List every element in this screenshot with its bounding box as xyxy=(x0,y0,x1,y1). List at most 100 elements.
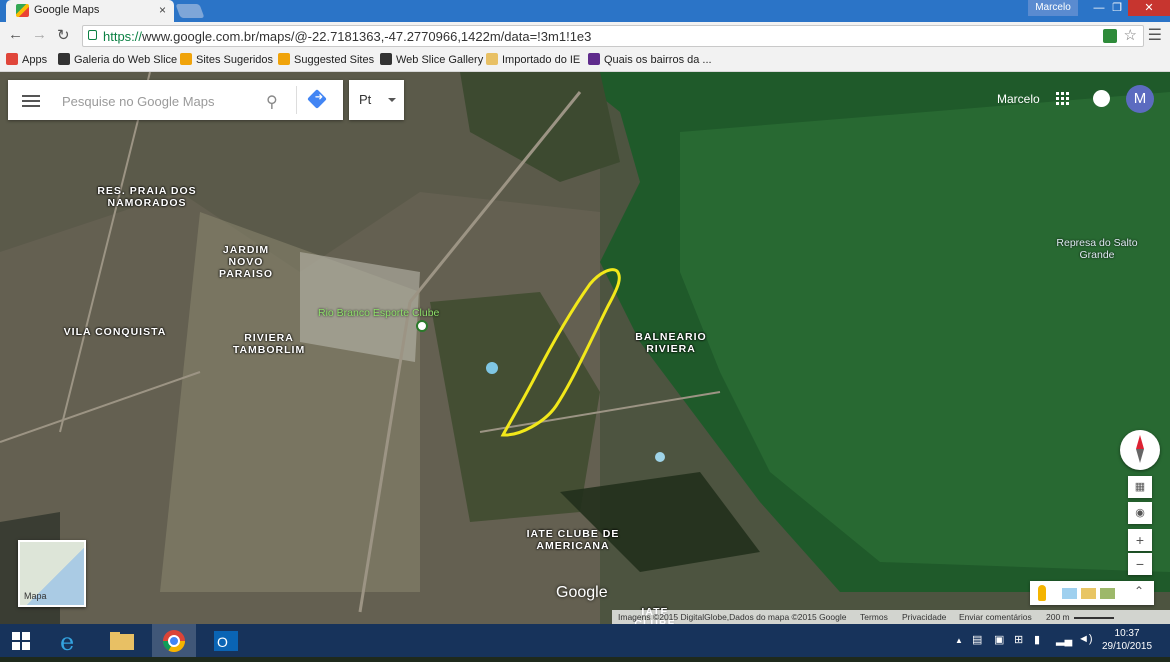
imagery-credit: Imagens ©2015 DigitalGlobe,Dados do mapa… xyxy=(618,612,847,622)
bookmark-quais-bairros[interactable]: Quais os bairros da ... xyxy=(588,53,712,66)
windows-logo-icon xyxy=(12,632,30,650)
folder-icon xyxy=(486,53,498,65)
bookmark-label: Quais os bairros da ... xyxy=(604,54,712,66)
google-maps-favicon-icon xyxy=(16,4,29,17)
url-text[interactable]: https://www.google.com.br/maps/@-22.7181… xyxy=(103,29,591,44)
tab-title: Google Maps xyxy=(34,4,100,16)
place-label-balneario-riviera: BALNEARIO RIVIERA xyxy=(635,331,707,355)
place-label-iate-clube: IATE CLUBE DE AMERICANA xyxy=(526,528,620,552)
bookmark-label: Web Slice Gallery xyxy=(396,54,484,66)
menu-hamburger-icon[interactable] xyxy=(22,92,40,108)
language-select[interactable]: Pt xyxy=(349,80,404,120)
network-icon[interactable]: ▂▄ xyxy=(1056,633,1072,646)
scale-bar xyxy=(1074,617,1114,619)
zoom-out-button[interactable]: − xyxy=(1128,553,1152,575)
imagery-thumb-icon[interactable] xyxy=(1062,588,1077,599)
imagery-thumb-icon[interactable] xyxy=(1100,588,1115,599)
back-arrow-icon[interactable]: ← xyxy=(8,26,23,43)
tray-app-icon[interactable]: ▣ xyxy=(994,633,1004,646)
profile-button[interactable]: Marcelo xyxy=(1028,0,1078,16)
poi-rio-branco[interactable]: Rio Branco Esporte Clube xyxy=(318,307,439,319)
zoom-in-button[interactable]: + xyxy=(1128,529,1152,551)
language-value: Pt xyxy=(359,92,372,107)
windows-tray-icon[interactable]: ⊞ xyxy=(1014,633,1023,646)
apps-grid-icon[interactable] xyxy=(1056,92,1070,106)
browser-toolbar: ← → ↻ https://www.google.com.br/maps/@-2… xyxy=(0,22,1170,49)
bookmark-web-slice-gallery[interactable]: Web Slice Gallery xyxy=(380,53,483,66)
search-divider xyxy=(296,86,297,114)
pegman-icon[interactable] xyxy=(1038,585,1046,601)
start-button[interactable] xyxy=(0,624,44,657)
lock-icon xyxy=(88,30,97,40)
poi-marker-icon[interactable] xyxy=(416,320,428,332)
terms-link[interactable]: Termos xyxy=(860,610,888,624)
chevron-up-icon[interactable]: ⌃ xyxy=(1134,584,1144,598)
url-scheme: https:// xyxy=(103,29,143,44)
layers-grid-icon[interactable]: ▦ xyxy=(1128,476,1152,498)
place-label-riviera-tamborlim: RIVIERA TAMBORLIM xyxy=(232,332,306,356)
chrome-icon[interactable] xyxy=(152,624,196,657)
chrome-menu-icon[interactable]: ☰ xyxy=(1148,25,1162,45)
new-tab-button[interactable] xyxy=(175,4,205,18)
clock-date: 29/10/2015 xyxy=(1102,641,1153,652)
bookmark-label: Suggested Sites xyxy=(294,54,375,66)
internet-explorer-icon[interactable]: e xyxy=(48,624,92,657)
place-label-res-praia: RES. PRAIA DOS NAMORADOS xyxy=(97,185,197,209)
bookmark-label: Importado do IE xyxy=(502,54,581,66)
notifications-icon[interactable] xyxy=(1093,90,1110,107)
bookmark-suggested-sites[interactable]: Suggested Sites xyxy=(278,53,374,66)
address-bar[interactable]: https://www.google.com.br/maps/@-22.7181… xyxy=(82,25,1144,47)
close-window-button[interactable]: ✕ xyxy=(1128,0,1170,16)
chevron-down-icon xyxy=(388,98,396,102)
map-mode-toggle[interactable]: Mapa xyxy=(18,540,86,607)
satellite-map[interactable]: ⚲ ➜ Pt Marcelo M RES. PRAIA DOS NAMORADO… xyxy=(0,72,1170,624)
suggested-sites-icon xyxy=(180,53,192,65)
bookmark-sites-sugeridos[interactable]: Sites Sugeridos xyxy=(180,53,273,66)
bookmark-label: Apps xyxy=(22,54,48,66)
browser-title-bar: Google Maps × Marcelo — ❐ ✕ xyxy=(0,0,1170,22)
windows-taskbar: e O ▲ ▤ ▣ ⊞ ▮ ▂▄ ◄) 10:37 29/10/2015 xyxy=(0,624,1170,657)
search-icon[interactable]: ⚲ xyxy=(266,92,278,112)
suggested-sites-icon xyxy=(278,53,290,65)
clock-time: 10:37 xyxy=(1114,628,1140,639)
account-name[interactable]: Marcelo xyxy=(997,92,1040,106)
bookmark-label: Galeria do Web Slice xyxy=(74,54,178,66)
restore-button[interactable]: ❐ xyxy=(1104,0,1130,16)
bookmark-star-icon[interactable]: ☆ xyxy=(1124,26,1137,44)
my-location-icon[interactable]: ◉ xyxy=(1128,502,1152,524)
web-slice-icon xyxy=(58,53,70,65)
water-label-represa: Represa do Salto Grande xyxy=(1056,237,1138,261)
taskbar-clock[interactable]: 10:37 29/10/2015 xyxy=(1102,627,1152,653)
tab-google-maps[interactable]: Google Maps × xyxy=(6,0,174,22)
search-input[interactable] xyxy=(60,90,259,112)
tray-app-icon[interactable]: ▤ xyxy=(972,633,982,646)
map-attribution: Imagens ©2015 DigitalGlobe,Dados do mapa… xyxy=(612,610,1170,624)
yahoo-icon xyxy=(588,53,600,65)
street-view-bar: ⌃ xyxy=(1030,581,1154,605)
tab-close-icon[interactable]: × xyxy=(159,3,166,17)
extension-icon[interactable] xyxy=(1103,29,1117,43)
bookmark-apps[interactable]: Apps xyxy=(6,53,47,66)
file-explorer-icon[interactable] xyxy=(100,624,144,657)
directions-icon[interactable]: ➜ xyxy=(307,89,327,109)
bookmark-galeria[interactable]: Galeria do Web Slice xyxy=(58,53,177,66)
bookmark-importado-ie[interactable]: Importado do IE xyxy=(486,53,580,66)
avatar[interactable]: M xyxy=(1126,85,1154,113)
volume-icon[interactable]: ◄) xyxy=(1078,633,1093,645)
reload-icon[interactable]: ↻ xyxy=(57,26,70,44)
minimap-label: Mapa xyxy=(24,591,47,601)
imagery-thumb-icon[interactable] xyxy=(1081,588,1096,599)
compass-icon[interactable] xyxy=(1120,430,1160,470)
battery-icon[interactable]: ▮ xyxy=(1034,633,1040,646)
show-hidden-icons[interactable]: ▲ xyxy=(955,636,963,645)
bookmark-label: Sites Sugeridos xyxy=(196,54,274,66)
google-logo: Google xyxy=(556,584,608,601)
bookmarks-bar: Apps Galeria do Web Slice Sites Sugerido… xyxy=(0,49,1170,72)
url-path: www.google.com.br/maps/@-22.7181363,-47.… xyxy=(142,29,592,44)
outlook-icon[interactable]: O xyxy=(204,624,248,657)
privacy-link[interactable]: Privacidade xyxy=(902,610,946,624)
forward-arrow-icon[interactable]: → xyxy=(32,26,47,43)
place-label-jardim: JARDIM NOVO PARAISO xyxy=(218,244,274,280)
feedback-link[interactable]: Enviar comentários xyxy=(959,610,1032,624)
place-label-vila-conquista: VILA CONQUISTA xyxy=(63,326,167,338)
